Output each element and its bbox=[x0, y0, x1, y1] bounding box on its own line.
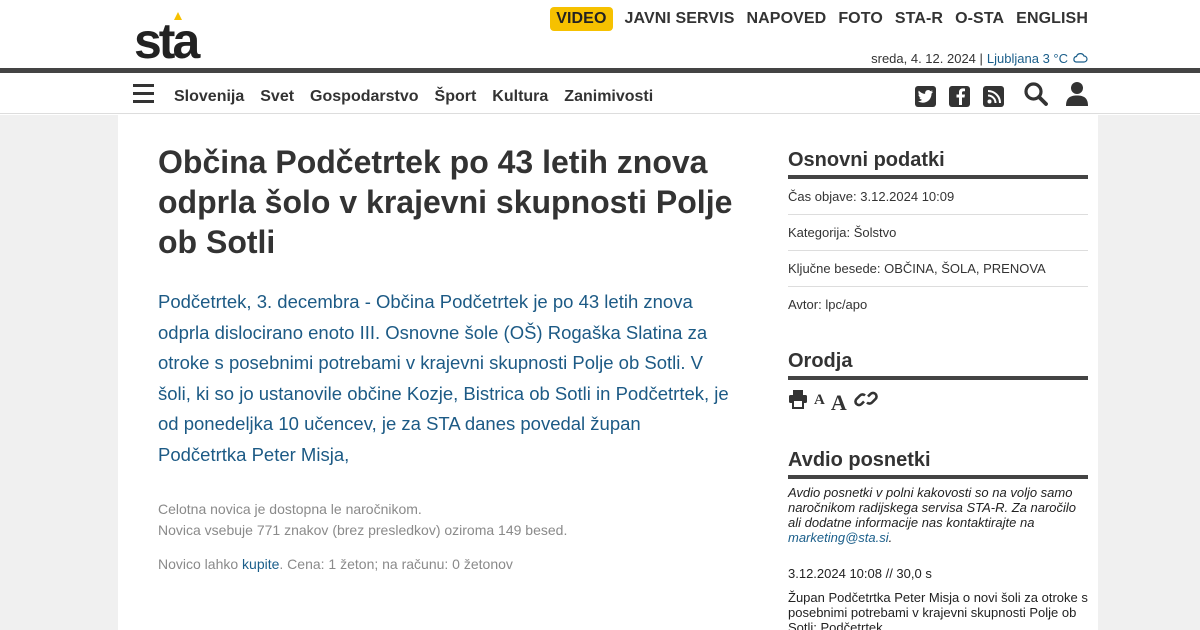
nav-foto[interactable]: FOTO bbox=[838, 10, 883, 28]
nav-napoved[interactable]: NAPOVED bbox=[746, 10, 826, 28]
current-date: sreda, 4. 12. 2024 | bbox=[871, 51, 983, 66]
nav-english[interactable]: ENGLISH bbox=[1016, 10, 1088, 28]
facebook-icon[interactable] bbox=[949, 86, 970, 107]
user-icon[interactable] bbox=[1066, 81, 1088, 112]
menu-icon[interactable] bbox=[133, 84, 154, 103]
cat-kultura[interactable]: Kultura bbox=[492, 88, 548, 106]
purchase-line: Novico lahko kupite. Cena: 1 žeton; na r… bbox=[158, 556, 513, 572]
audio-info-text: Avdio posnetki v polni kakovosti so na v… bbox=[788, 485, 1077, 530]
nav-sta-r[interactable]: STA-R bbox=[895, 10, 943, 28]
article-title: Občina Podčetrtek po 43 letih znova odpr… bbox=[158, 144, 733, 260]
dateline: sreda, 4. 12. 2024 | Ljubljana 3 °C bbox=[871, 51, 1088, 66]
buy-link[interactable]: kupite bbox=[242, 556, 279, 572]
font-decrease-icon[interactable]: A bbox=[814, 393, 825, 408]
subscriber-note-line: Celotna novica je dostopna le naročnikom… bbox=[158, 501, 422, 517]
audio-info: Avdio posnetki v polni kakovosti so na v… bbox=[788, 485, 1088, 545]
audio-clip-meta: 3.12.2024 10:08 // 30,0 s bbox=[788, 566, 932, 581]
link-icon[interactable] bbox=[853, 389, 879, 414]
weather-link[interactable]: Ljubljana 3 °C bbox=[987, 51, 1068, 66]
purchase-prefix: Novico lahko bbox=[158, 556, 243, 572]
cat-slovenija[interactable]: Slovenija bbox=[174, 88, 244, 106]
nav-video[interactable]: VIDEO bbox=[550, 7, 613, 31]
basic-info-title: Osnovni podatki bbox=[788, 149, 1088, 179]
font-increase-icon[interactable]: A bbox=[831, 392, 847, 414]
audio-panel: Avdio posnetki Avdio posnetki v polni ka… bbox=[788, 449, 1088, 630]
top-navigation: VIDEO JAVNI SERVIS NAPOVED FOTO STA-R O-… bbox=[550, 7, 1088, 31]
cat-svet[interactable]: Svet bbox=[260, 88, 294, 106]
audio-period: . bbox=[888, 530, 893, 545]
author-info: Avtor: lpc/apo bbox=[788, 297, 868, 312]
site-header: sta VIDEO JAVNI SERVIS NAPOVED FOTO STA-… bbox=[0, 0, 1200, 69]
audio-email-link[interactable]: marketing@sta.si bbox=[788, 530, 889, 545]
nav-javni-servis[interactable]: JAVNI SERVIS bbox=[625, 10, 735, 28]
cat-zanimivosti[interactable]: Zanimivosti bbox=[564, 88, 653, 106]
sta-logo[interactable]: sta bbox=[134, 10, 224, 69]
tools-panel: Orodja A A bbox=[788, 350, 1088, 414]
price-text: . Cena: 1 žeton; na računu: 0 žetonov bbox=[279, 556, 513, 572]
rss-icon[interactable] bbox=[983, 86, 1004, 107]
cat-sport[interactable]: Šport bbox=[435, 88, 477, 106]
cloud-icon bbox=[1072, 51, 1088, 66]
cat-gospodarstvo[interactable]: Gospodarstvo bbox=[310, 88, 418, 106]
keywords-info: Ključne besede: OBČINA, ŠOLA, PRENOVA bbox=[788, 251, 1088, 287]
audio-title: Avdio posnetki bbox=[788, 449, 1088, 479]
twitter-icon[interactable] bbox=[915, 86, 936, 107]
article-lead: Podčetrtek, 3. decembra - Občina Podčetr… bbox=[158, 291, 729, 465]
subscriber-note: Celotna novica je dostopna le naročnikom… bbox=[158, 499, 567, 541]
word-count-line: Novica vsebuje 771 znakov (brez presledk… bbox=[158, 522, 568, 538]
print-icon[interactable] bbox=[788, 389, 808, 414]
category-nav: Slovenija Svet Gospodarstvo Šport Kultur… bbox=[0, 73, 1200, 114]
category-info: Kategorija: Šolstvo bbox=[788, 215, 1088, 251]
audio-clip-description[interactable]: Župan Podčetrtka Peter Misja o novi šoli… bbox=[788, 590, 1088, 630]
basic-info-panel: Osnovni podatki Čas objave: 3.12.2024 10… bbox=[788, 149, 1088, 323]
tools-title: Orodja bbox=[788, 350, 1088, 380]
nav-o-sta[interactable]: O-STA bbox=[955, 10, 1004, 28]
search-icon[interactable] bbox=[1023, 81, 1049, 112]
svg-text:sta: sta bbox=[134, 13, 201, 62]
published-time: Čas objave: 3.12.2024 10:09 bbox=[788, 179, 1088, 215]
